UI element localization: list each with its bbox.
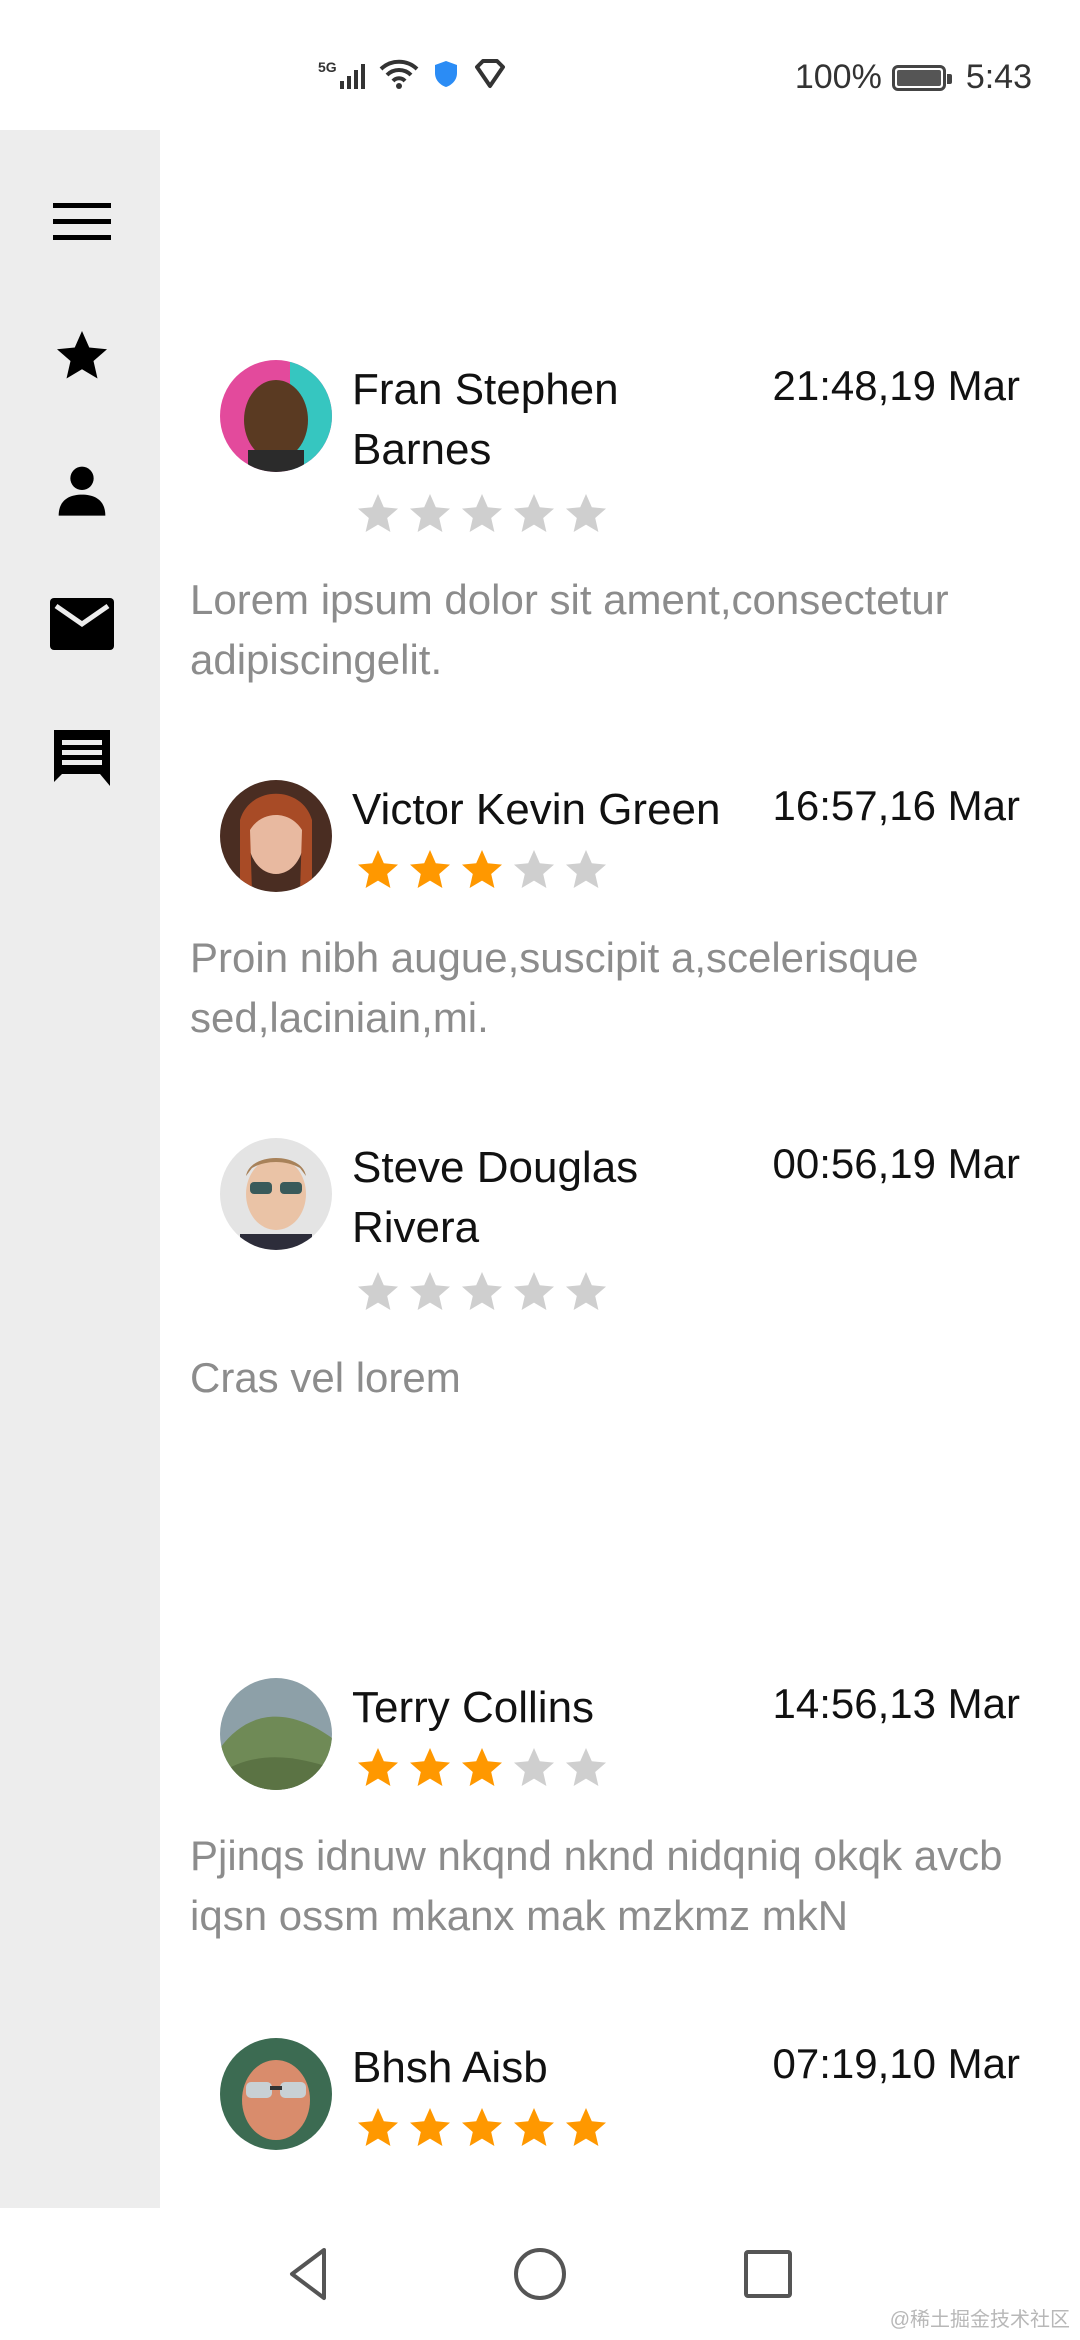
star-filled-icon[interactable] — [510, 2104, 558, 2152]
review-time: 00:56,19 Mar — [772, 1140, 1021, 1187]
avatar — [220, 1138, 332, 1250]
star-empty-icon[interactable] — [510, 490, 558, 538]
star-filled-icon[interactable] — [458, 1744, 506, 1792]
star-empty-icon[interactable] — [406, 1268, 454, 1316]
diamond-icon — [474, 59, 505, 88]
star-empty-icon[interactable] — [354, 490, 402, 538]
review-comment: Pjinqs idnuw nkqnd nknd nidqniq okqk avc… — [190, 1832, 1003, 1939]
rating-stars[interactable] — [354, 1744, 610, 1792]
avatar — [220, 360, 332, 472]
recents-icon[interactable] — [738, 2244, 798, 2304]
star-filled-icon[interactable] — [406, 1744, 454, 1792]
star-empty-icon[interactable] — [510, 1268, 558, 1316]
review-time: 21:48,19 Mar — [772, 362, 1021, 409]
star-filled-icon[interactable] — [406, 2104, 454, 2152]
star-filled-icon[interactable] — [354, 2104, 402, 2152]
profile-button[interactable] — [48, 456, 116, 524]
star-icon — [57, 331, 107, 379]
avatar — [220, 2038, 332, 2150]
star-filled-icon[interactable] — [406, 846, 454, 894]
star-empty-icon[interactable] — [510, 846, 558, 894]
rating-stars[interactable] — [354, 490, 610, 538]
person-icon — [58, 466, 106, 516]
star-empty-icon[interactable] — [562, 490, 610, 538]
rating-stars[interactable] — [354, 2104, 610, 2152]
star-filled-icon[interactable] — [354, 1744, 402, 1792]
star-empty-icon[interactable] — [406, 490, 454, 538]
avatar — [220, 780, 332, 892]
battery-percent: 100% — [794, 58, 882, 96]
star-filled-icon[interactable] — [458, 846, 506, 894]
star-empty-icon[interactable] — [510, 1744, 558, 1792]
review-comment: Cras vel lorem — [190, 1354, 461, 1401]
system-nav-bar: @稀土掘金技术社区 — [0, 2208, 1080, 2340]
reviewer-name: Fran Stephen Barnes — [352, 365, 619, 474]
reviewer-name: Steve Douglas Rivera — [352, 1143, 639, 1252]
status-bar: 5G 100% 5:43 — [0, 0, 1080, 130]
avatar — [220, 1678, 332, 1790]
shield-icon — [434, 61, 457, 87]
mail-button[interactable] — [48, 590, 116, 658]
star-empty-icon[interactable] — [562, 1268, 610, 1316]
star-empty-icon[interactable] — [458, 490, 506, 538]
network-label: 5G — [318, 59, 337, 75]
clock: 5:43 — [965, 58, 1032, 96]
star-empty-icon[interactable] — [458, 1268, 506, 1316]
status-icons: 5G — [318, 58, 507, 90]
star-filled-icon[interactable] — [458, 2104, 506, 2152]
rating-stars[interactable] — [354, 1268, 610, 1316]
back-icon[interactable] — [280, 2244, 340, 2304]
reviewer-name: Victor Kevin Green — [352, 785, 721, 834]
star-empty-icon[interactable] — [562, 1744, 610, 1792]
favorites-button[interactable] — [48, 322, 116, 390]
star-empty-icon[interactable] — [354, 1268, 402, 1316]
wifi-icon — [379, 59, 419, 89]
sidebar — [0, 130, 160, 2208]
review-time: 14:56,13 Mar — [772, 1680, 1021, 1727]
star-filled-icon[interactable] — [354, 846, 402, 894]
review-time: 16:57,16 Mar — [772, 782, 1021, 829]
home-icon[interactable] — [510, 2244, 570, 2304]
status-right: 100% 5:43 — [795, 58, 1032, 97]
battery-icon — [891, 64, 952, 91]
menu-button[interactable] — [48, 188, 116, 256]
review-time: 07:19,10 Mar — [772, 2040, 1021, 2087]
star-empty-icon[interactable] — [562, 846, 610, 894]
chat-icon — [54, 730, 110, 786]
reviewer-name: Terry Collins — [352, 1683, 595, 1732]
reviewer-name: Bhsh Aisb — [352, 2043, 548, 2092]
messages-button[interactable] — [48, 724, 116, 792]
signal-icon: 5G — [318, 59, 365, 89]
watermark: @稀土掘金技术社区 — [889, 2309, 1070, 2331]
review-list[interactable]: Fran Stephen Barnes 21:48,19 Mar Lorem i… — [160, 130, 1080, 2208]
review-comment: Proin nibh augue,suscipit a,scelerisque … — [190, 934, 919, 1041]
menu-icon — [53, 203, 111, 240]
star-filled-icon[interactable] — [562, 2104, 610, 2152]
mail-icon — [50, 598, 114, 650]
review-comment: Lorem ipsum dolor sit ament,consectetur … — [190, 576, 949, 683]
rating-stars[interactable] — [354, 846, 610, 894]
